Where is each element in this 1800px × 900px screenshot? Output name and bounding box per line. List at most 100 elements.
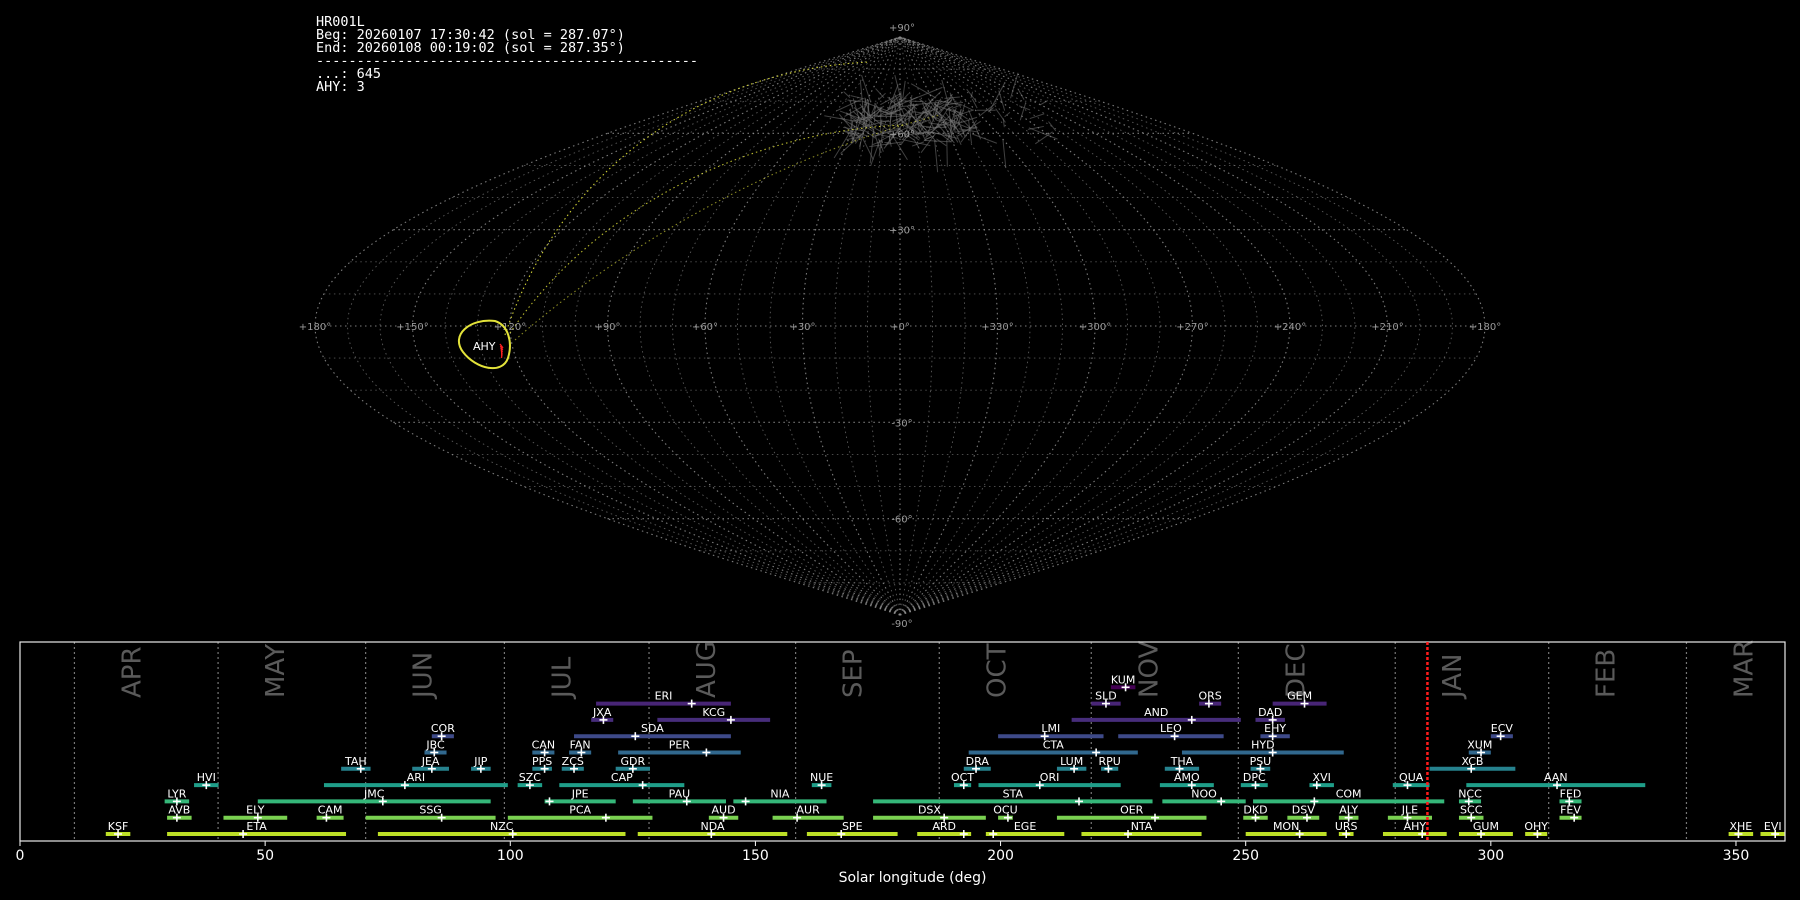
shower-code-label: HVI: [197, 771, 216, 784]
shower-code-label: GUM: [1473, 820, 1499, 833]
lat-tick-label: -60°: [891, 515, 912, 526]
lon-tick-label: +150°: [396, 322, 428, 333]
lon-tick-label: +210°: [1371, 322, 1403, 333]
shower-code-label: FAN: [570, 739, 591, 752]
shower-code-label: XHE: [1729, 820, 1752, 833]
lon-tick-label: +330°: [981, 322, 1013, 333]
shower-code-label: DPC: [1243, 771, 1266, 784]
shower-code-label: GDR: [621, 755, 646, 768]
lon-tick-label: +30°: [789, 322, 815, 333]
shower-code-label: AUR: [797, 804, 821, 817]
shower-code-label: AVB: [168, 804, 190, 817]
shower-code-label: ORS: [1199, 690, 1222, 703]
shower-code-label: OER: [1120, 804, 1144, 817]
x-tick-label: 250: [1232, 848, 1259, 864]
month-label: JUL: [547, 656, 577, 700]
shower-code-label: SPE: [842, 820, 863, 833]
shower-code-label: PAU: [669, 787, 691, 800]
meteor-track: [1002, 118, 1005, 128]
shower-code-label: KSF: [108, 820, 129, 833]
meteor-track: [998, 90, 1006, 111]
shower-code-label: GEM: [1287, 690, 1312, 703]
month-label: MAY: [261, 644, 291, 698]
shower-code-label: DKD: [1243, 804, 1267, 817]
x-axis-label: Solar longitude (deg): [839, 870, 987, 886]
meteor-track: [900, 100, 923, 103]
shower-code-label: CAN: [532, 739, 555, 752]
meteor-track: [875, 88, 885, 99]
shower-code-label: PCA: [569, 804, 591, 817]
shower-code-label: COR: [431, 722, 455, 735]
shower-code-label: JIP: [473, 755, 487, 768]
shower-bars: KSF ETA NZC NDA SPE ARD EGE NTA MON URS AHY GUM OHY X…: [105, 673, 1785, 838]
month-label: APR: [117, 646, 147, 698]
shower-code-label: EGE: [1014, 820, 1036, 833]
shower-code-label: LUM: [1060, 755, 1083, 768]
shower-code-label: CAP: [611, 771, 633, 784]
lon-tick-label: +180°: [1469, 322, 1501, 333]
shower-code-label: RPU: [1098, 755, 1120, 768]
meteor-track: [1029, 113, 1045, 120]
shower-code-label: MON: [1273, 820, 1299, 833]
shower-code-label: OHY: [1524, 820, 1548, 833]
shower-code-label: ELY: [246, 804, 265, 817]
shower-code-label: ECV: [1491, 722, 1514, 735]
shower-code-label: XVI: [1313, 771, 1331, 784]
shower-code-label: ETA: [246, 820, 267, 833]
meteor-track: [956, 134, 962, 146]
meteor-track: [972, 133, 998, 144]
month-label: AUG: [692, 641, 722, 698]
shower-code-label: OCT: [951, 771, 974, 784]
shower-code-label: NIA: [770, 787, 789, 800]
meteor-tracks: [824, 72, 1058, 173]
meteor-track: [1002, 139, 1007, 169]
shower-code-label: JBC: [425, 739, 445, 752]
shower-code-label: DAD: [1258, 706, 1282, 719]
shower-code-label: URS: [1335, 820, 1358, 833]
shower-code-label: PSU: [1250, 755, 1272, 768]
meteor-track: [902, 80, 906, 99]
x-tick-label: 350: [1723, 848, 1750, 864]
radiant-shower-label: AHY: [473, 340, 496, 353]
meteor-track: [1019, 103, 1027, 121]
shower-code-label: LYR: [167, 787, 186, 800]
meteor-track: [843, 91, 851, 99]
shower-code-label: ARI: [407, 771, 425, 784]
shower-code-label: LMI: [1041, 722, 1060, 735]
shower-code-label: KUM: [1111, 673, 1135, 686]
shower-code-label: DSX: [918, 804, 941, 817]
meteor-track: [878, 92, 886, 101]
x-tick-label: 200: [987, 848, 1014, 864]
lat-tick-label: -90°: [891, 619, 912, 630]
shower-code-label: EVI: [1764, 820, 1782, 833]
shower-code-label: NUE: [810, 771, 833, 784]
radiant-trail-line: [509, 124, 906, 334]
month-label: JUN: [409, 652, 439, 700]
shower-code-label: AUD: [712, 804, 736, 817]
meteor-track: [988, 81, 1006, 112]
lon-tick-label: +180°: [299, 322, 331, 333]
x-tick-label: 0: [16, 848, 25, 864]
month-label: DEC: [1281, 643, 1311, 698]
lat-tick-label: +60°: [889, 129, 915, 140]
lon-tick-label: +240°: [1274, 322, 1306, 333]
month-label: JAN: [1438, 654, 1468, 700]
shower-code-label: HYD: [1251, 739, 1274, 752]
shower-code-label: THA: [1170, 755, 1194, 768]
shower-code-label: OCU: [993, 804, 1017, 817]
shower-code-label: SSG: [419, 804, 442, 817]
shower-code-label: ERI: [655, 690, 673, 703]
shower-code-label: SCC: [1460, 804, 1483, 817]
shower-code-label: NDA: [701, 820, 726, 833]
shower-code-label: AMO: [1174, 771, 1200, 784]
month-label: OCT: [982, 643, 1012, 698]
x-axis: 0 50 100 150 200 250 300 350 Solar longitude (de…: [16, 841, 1750, 886]
shower-code-label: LEO: [1160, 722, 1182, 735]
shower-code-label: PPS: [532, 755, 552, 768]
meteor-track: [1048, 121, 1057, 132]
shower-code-label: XUM: [1467, 739, 1492, 752]
shower-code-label: XCB: [1461, 755, 1483, 768]
month-dividers: APR MAY JUN JUL AUG SEP OCT NOV DEC JAN FEB MAR: [73, 640, 1759, 841]
lon-tick-label: +90°: [594, 322, 620, 333]
shower-code-label: NCC: [1458, 787, 1482, 800]
